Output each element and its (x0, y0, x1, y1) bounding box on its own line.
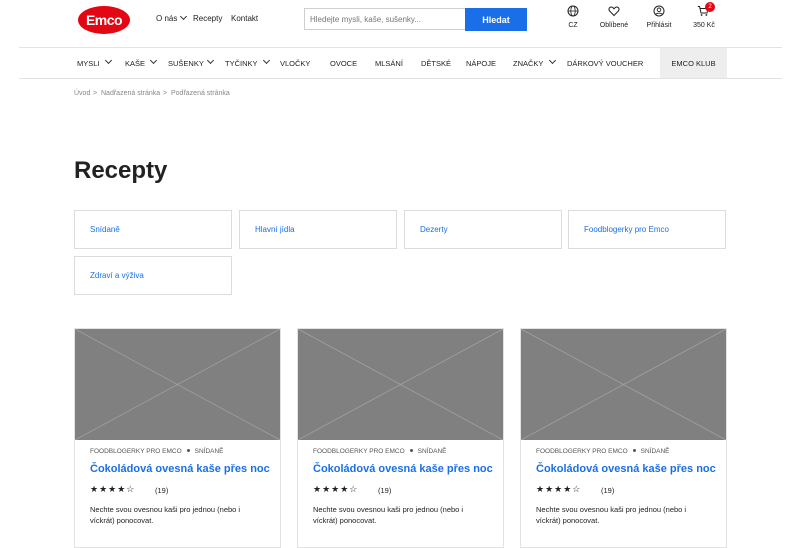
breadcrumb-home[interactable]: Úvod (74, 90, 90, 97)
link-about-label: O nás (156, 14, 178, 23)
nav-item-emco-club[interactable]: EMCO KLUB (660, 48, 727, 78)
recipe-card[interactable]: FOODBLOGERKY PRO EMCO SNÍDANĚ Čokoládová … (520, 328, 727, 548)
login-label: Přihlásit (646, 22, 672, 29)
rating-count: (19) (378, 486, 392, 495)
breadcrumb-current: Podřazená stránka (171, 90, 230, 97)
emco-logo[interactable]: Emco (78, 6, 130, 34)
login-link[interactable]: Přihlásit (634, 0, 684, 36)
nav-item-ovoce[interactable]: OVOCE (330, 59, 357, 68)
nav-item-napoje[interactable]: NÁPOJE (466, 59, 496, 68)
nav-item-vlocky[interactable]: VLOČKY (280, 59, 310, 68)
recipe-tag[interactable]: SNÍDANĚ (195, 448, 224, 455)
separator-dot (409, 449, 413, 452)
nav-item-tycinky[interactable]: TYČINKY (225, 59, 258, 68)
link-contact[interactable]: Kontakt (231, 14, 258, 23)
nav-item-mlsani[interactable]: MLSÁNÍ (375, 59, 403, 68)
cart-link[interactable]: 350 Kč (679, 0, 729, 36)
recipe-meta: FOODBLOGERKY PRO EMCO SNÍDANĚ (90, 448, 224, 455)
recipe-description: Nechte svou ovesnou kaši pro jednou (neb… (313, 505, 464, 525)
search-input[interactable] (304, 8, 465, 30)
recipe-image-placeholder[interactable] (298, 329, 503, 440)
search-button[interactable]: Hledat (465, 8, 527, 31)
globe-icon (567, 5, 579, 17)
recipe-card[interactable]: FOODBLOGERKY PRO EMCO SNÍDANĚ Čokoládová … (74, 328, 281, 548)
favorites-label: Oblíbené (599, 22, 629, 29)
recipe-tag[interactable]: SNÍDANĚ (641, 448, 670, 455)
separator-dot (632, 449, 636, 452)
recipe-title[interactable]: Čokoládová ovesná kaše přes noc (90, 463, 270, 475)
nav-item-susenky[interactable]: SUŠENKY (168, 59, 204, 68)
user-icon (653, 5, 665, 17)
link-recipes[interactable]: Recepty (193, 14, 222, 23)
recipe-category[interactable]: FOODBLOGERKY PRO EMCO (536, 448, 628, 455)
recipe-title[interactable]: Čokoládová ovesná kaše přes noc (313, 463, 493, 475)
cart-count-badge: 2 (705, 2, 715, 12)
nav-item-voucher[interactable]: DÁRKOVÝ VOUCHER (567, 59, 643, 68)
rating-stars-icon: ★★★★☆ (90, 484, 136, 494)
rating-stars-icon: ★★★★☆ (536, 484, 582, 494)
chevron-down-icon (180, 12, 188, 21)
recipe-tag[interactable]: SNÍDANĚ (418, 448, 447, 455)
favorites-link[interactable]: Oblíbené (589, 0, 639, 36)
breadcrumb-parent[interactable]: Nadřazená stránka (101, 90, 160, 97)
nav-item-mysli[interactable]: MYSLI (77, 59, 100, 68)
nav-item-kase[interactable]: KAŠE (125, 59, 145, 68)
category-health[interactable]: Zdraví a výživa (74, 256, 232, 295)
breadcrumb-separator: > (163, 90, 168, 97)
category-breakfast[interactable]: Snídaně (74, 210, 232, 249)
recipe-image-placeholder[interactable] (521, 329, 726, 440)
recipe-meta: FOODBLOGERKY PRO EMCO SNÍDANĚ (313, 448, 447, 455)
recipe-category[interactable]: FOODBLOGERKY PRO EMCO (313, 448, 405, 455)
cart-total: 350 Kč (693, 22, 715, 29)
breadcrumb-separator: > (93, 90, 98, 97)
nav-item-detske[interactable]: DĚTSKÉ (421, 59, 451, 68)
separator-dot (186, 449, 190, 452)
page-title: Recepty (74, 157, 168, 184)
heart-icon (608, 6, 620, 17)
category-main-dishes[interactable]: Hlavní jídla (239, 210, 397, 249)
recipe-category[interactable]: FOODBLOGERKY PRO EMCO (90, 448, 182, 455)
category-foodbloggers[interactable]: Foodblogerky pro Emco (568, 210, 726, 249)
recipe-image-placeholder[interactable] (75, 329, 280, 440)
category-desserts[interactable]: Dezerty (404, 210, 562, 249)
recipe-description: Nechte svou ovesnou kaši pro jednou (neb… (536, 505, 687, 525)
nav-item-znacky[interactable]: ZNAČKY (513, 59, 543, 68)
link-about[interactable]: O nás (156, 12, 188, 23)
recipe-meta: FOODBLOGERKY PRO EMCO SNÍDANĚ (536, 448, 670, 455)
rating-count: (19) (601, 486, 615, 495)
rating-count: (19) (155, 486, 169, 495)
recipe-card[interactable]: FOODBLOGERKY PRO EMCO SNÍDANĚ Čokoládová … (297, 328, 504, 548)
recipe-description: Nechte svou ovesnou kaši pro jednou (neb… (90, 505, 241, 525)
rating-stars-icon: ★★★★☆ (313, 484, 359, 494)
recipe-title[interactable]: Čokoládová ovesná kaše přes noc (536, 463, 716, 475)
